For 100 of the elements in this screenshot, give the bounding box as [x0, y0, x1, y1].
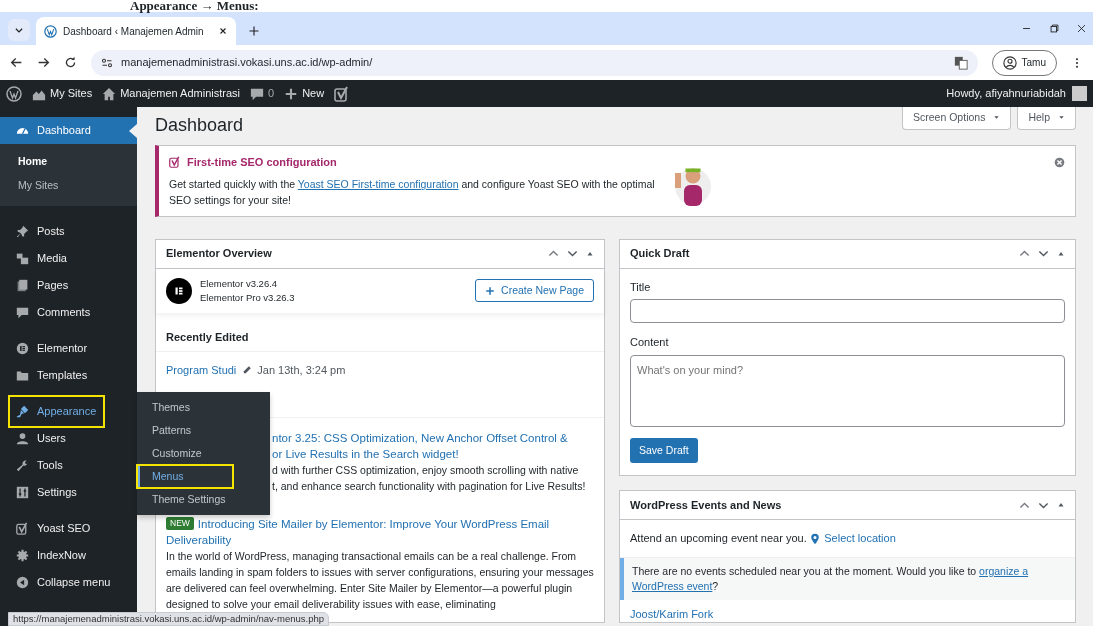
elementor-logo-icon: [166, 277, 192, 304]
speech-bubble-icon: [250, 86, 265, 101]
organize-event-link[interactable]: WordPress event: [632, 579, 713, 592]
plus-icon: [485, 285, 496, 296]
submenu-item[interactable]: Themes: [137, 396, 270, 419]
notice-text: Get started quickly with the Yoast SEO First-time configuration and configure Yoast SEO with the optimal SEO settings for your site!: [169, 177, 656, 209]
organize-event-link[interactable]: organize a: [979, 564, 1029, 577]
field-label: Title: [630, 279, 652, 295]
submenu-item[interactable]: My Sites: [0, 173, 137, 198]
sidebar-item[interactable]: Settings: [0, 478, 137, 506]
sidebar-item[interactable]: Dashboard: [0, 117, 137, 144]
version-text: Elementor v3.26.4: [200, 276, 279, 291]
restore-icon[interactable]: [1048, 23, 1060, 34]
news-excerpt: t, and enhance search functionality with pagination for Live Results!: [272, 478, 587, 494]
address-bar[interactable]: manajemenadministrasi.vokasi.uns.ac.id/wp-admin/: [91, 49, 978, 76]
yoast-logo-icon[interactable]: [334, 85, 351, 102]
sidebar-item[interactable]: Yoast SEO: [0, 514, 137, 542]
news-link[interactable]: Joost/Karim Fork: [620, 599, 1075, 623]
sidebar-item[interactable]: Posts: [0, 217, 137, 245]
content-textarea[interactable]: What's on your mind?: [630, 354, 1065, 427]
elementor-icon: [16, 341, 29, 355]
sidebar-item[interactable]: Collapse menu: [0, 568, 137, 596]
panel-title: Quick Draft: [630, 246, 690, 262]
status-url: https://manajemenadministrasi.vokasi.uns.ac.id/wp-admin/nav-menus.php: [8, 612, 329, 626]
sidebar-item[interactable]: Media: [0, 244, 137, 272]
sidebar-item[interactable]: Comments: [0, 298, 137, 326]
sidebar-item[interactable]: IndexNow: [0, 541, 137, 569]
sidebar-item[interactable]: Templates: [0, 361, 137, 389]
save-draft-button[interactable]: Save Draft: [630, 437, 698, 464]
news-excerpt: In the world of WordPress, managing transactional emails can be a real challenge. From emails landing in spam folders to issues with server configurations, ensuring your messages are delivered can feel overwhelming. Enter Site Mailer by Elementor—a powerful plugin designed to solve your email deliverability issues with ease, eliminating: [166, 548, 594, 612]
pushpin-icon: [16, 224, 29, 238]
yoast-logo-icon: [169, 155, 181, 168]
dismiss-icon[interactable]: [1054, 156, 1065, 168]
reload-icon[interactable]: [64, 56, 77, 69]
home-icon: [102, 86, 117, 101]
notice-title: First-time SEO configuration: [187, 154, 337, 170]
translate-icon[interactable]: [953, 55, 968, 70]
news-title-link[interactable]: Introducing Site Mailer by Elementor: Improve Your WordPress Email: [197, 515, 550, 532]
title-input[interactable]: [630, 299, 1065, 324]
submenu-item[interactable]: Menus: [137, 465, 233, 488]
help-button[interactable]: Help: [1017, 107, 1076, 130]
media-icon: [16, 251, 29, 265]
close-icon[interactable]: [218, 26, 228, 36]
post-link[interactable]: Program Studi: [166, 362, 237, 379]
new-badge: NEW: [166, 517, 194, 531]
person-icon: [1002, 55, 1017, 70]
profile-button[interactable]: Tamu: [991, 49, 1057, 76]
location-link[interactable]: Select location: [824, 530, 896, 547]
sliders-icon: [16, 485, 29, 499]
wrench-icon: [16, 458, 29, 472]
admin-bar-link[interactable]: Manajemen Administrasi: [102, 85, 241, 102]
sidebar-item[interactable]: Pages: [0, 271, 137, 299]
submenu-item[interactable]: Patterns: [137, 419, 270, 442]
collapse-icon: [16, 575, 29, 589]
submenu-item[interactable]: Home: [0, 150, 137, 174]
location-pin-icon[interactable]: [809, 532, 822, 545]
notice-link[interactable]: Yoast SEO First-time configuration: [297, 178, 459, 191]
chevron-up-icon[interactable]: [1019, 499, 1030, 511]
section-heading: Recently Edited: [166, 330, 249, 343]
chevron-down-icon[interactable]: [1038, 248, 1049, 260]
news-title-link[interactable]: ntor 3.25: CSS Optimization, New Anchor Offset Control &: [272, 429, 594, 446]
create-page-button[interactable]: Create New Page: [475, 278, 594, 303]
user-icon: [16, 431, 29, 445]
comments-link[interactable]: 0: [250, 85, 275, 102]
speech-bubble-icon: [16, 305, 29, 319]
screen-options-button[interactable]: Screen Options: [902, 107, 1012, 130]
tab-list-button[interactable]: [8, 19, 30, 41]
admin-bar-link[interactable]: New: [284, 85, 325, 102]
news-title-link[interactable]: Deliverability: [166, 531, 232, 548]
back-icon[interactable]: [10, 56, 23, 69]
wordpress-logo-icon: [44, 24, 57, 38]
folder-icon: [16, 368, 29, 382]
sidebar-item[interactable]: Elementor: [0, 334, 137, 362]
browser-tab[interactable]: Dashboard ‹ Manajemen Admin: [36, 17, 236, 45]
chevron-down-icon[interactable]: [567, 248, 578, 260]
triangle-up-icon[interactable]: [1057, 501, 1065, 510]
new-tab-icon[interactable]: [248, 25, 260, 37]
panel-title: WordPress Events and News: [630, 498, 782, 514]
close-icon[interactable]: [1076, 23, 1087, 34]
date-text: Jan 13th, 3:24 pm: [257, 363, 346, 379]
sidebar-item[interactable]: Tools: [0, 451, 137, 479]
tab-title: Dashboard ‹ Manajemen Admin: [63, 24, 205, 39]
events-notice: There are no events scheduled near you at the moment. Would you like to organize a WordPress event?: [620, 557, 1075, 600]
field-label: Content: [630, 335, 670, 351]
yoast-logo-icon: [16, 521, 29, 535]
cog-icon: [16, 548, 29, 562]
events-text: Attend an upcoming event near you.: [630, 531, 807, 547]
submenu-item[interactable]: Theme Settings: [137, 488, 270, 511]
site-settings-icon: [101, 56, 113, 69]
pencil-icon[interactable]: [241, 365, 252, 376]
chevron-down-icon: [14, 25, 24, 35]
plus-icon: [284, 86, 299, 101]
news-title-link[interactable]: or Live Results in the Search widget!: [272, 445, 594, 462]
admin-bar-link[interactable]: My Sites: [32, 85, 93, 102]
paintbrush-icon: [16, 404, 29, 418]
submenu-item[interactable]: Customize: [137, 442, 270, 465]
wordpress-logo-icon[interactable]: [6, 85, 22, 102]
forward-icon[interactable]: [37, 56, 50, 69]
account-link[interactable]: Howdy, afiyahnuriabidah: [946, 85, 1066, 102]
caret-down-icon: [1058, 114, 1065, 122]
